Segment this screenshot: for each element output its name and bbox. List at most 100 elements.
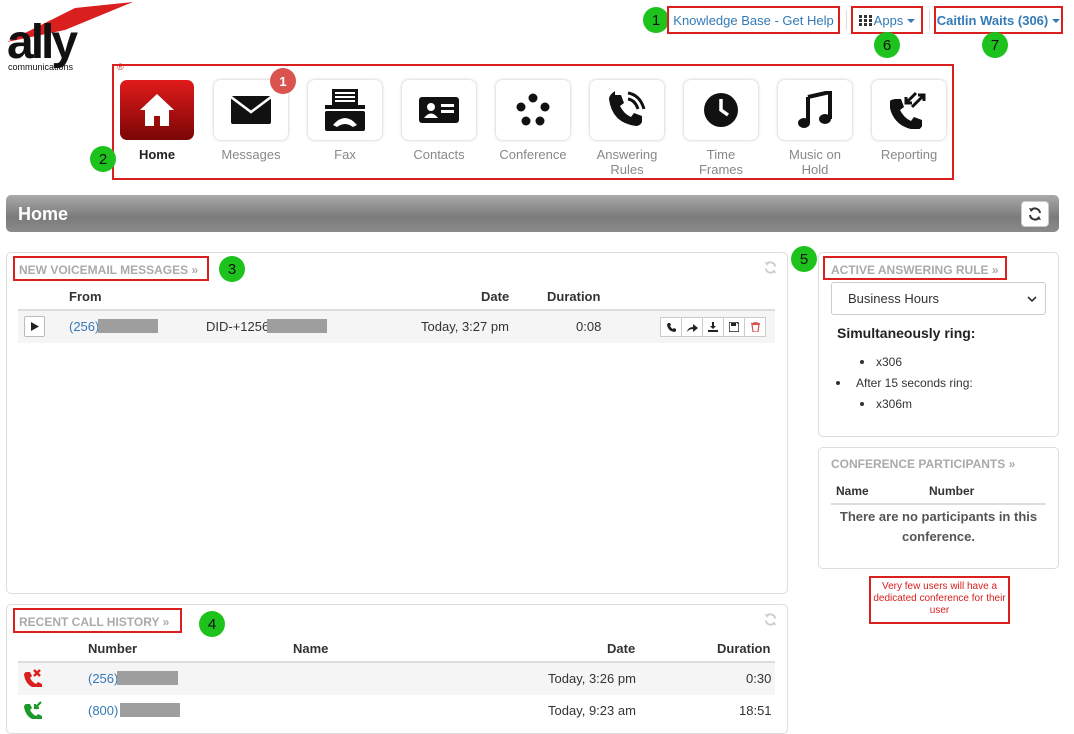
tile-home[interactable]: Home <box>119 80 195 184</box>
table-divider <box>831 503 1046 505</box>
apps-grid-icon <box>858 14 872 26</box>
after-ring-item: After 15 seconds ring: <box>836 376 973 390</box>
callout-7: 7 <box>982 32 1008 58</box>
callout-1: 1 <box>643 7 669 33</box>
page-header-bar: Home <box>6 195 1059 232</box>
voicemail-from[interactable]: (256) <box>69 319 99 334</box>
voicemail-panel <box>6 252 788 594</box>
download-button[interactable] <box>702 317 724 337</box>
tile-label: Conference <box>499 147 567 162</box>
chevron-down-icon <box>1052 19 1061 23</box>
tile-label: Time Frames <box>698 147 744 177</box>
answering-rule-select[interactable]: Business Hours <box>831 282 1046 315</box>
messages-count-badge: 1 <box>270 68 296 94</box>
user-menu[interactable]: Caitlin Waits (306) <box>934 6 1063 34</box>
col-name: Name <box>836 484 869 498</box>
redacted-number <box>98 319 158 333</box>
tile-music-on-hold-box <box>778 80 852 140</box>
redacted-number <box>267 319 327 333</box>
save-button[interactable] <box>723 317 745 337</box>
conference-title[interactable]: CONFERENCE PARTICIPANTS » <box>831 457 1015 471</box>
voicemail-title-box[interactable]: NEW VOICEMAIL MESSAGES » <box>13 256 209 281</box>
tile-fax[interactable]: Fax <box>307 80 383 184</box>
sim-ring-item: x306 <box>860 355 902 369</box>
tile-label: Fax <box>334 147 356 162</box>
call-number[interactable]: (800) <box>88 703 118 718</box>
tile-contacts-box <box>402 80 476 140</box>
redacted-number <box>120 703 180 717</box>
call-number[interactable]: (256) <box>88 671 118 686</box>
tile-conference-box <box>496 80 570 140</box>
annotation-note: Very few users will have a dedicated con… <box>869 576 1010 624</box>
play-button[interactable] <box>24 316 45 337</box>
ally-logo: ally communications ® <box>5 2 135 72</box>
call-date: Today, 9:23 am <box>548 703 636 718</box>
call-history-title-box[interactable]: RECENT CALL HISTORY » <box>13 608 182 633</box>
col-number: Number <box>929 484 975 498</box>
tile-label: Contacts <box>413 147 465 162</box>
logo-subtext: communications <box>8 62 74 72</box>
after-ring-target: x306m <box>860 397 912 411</box>
nav-divider <box>929 10 930 30</box>
missed-call-icon <box>24 669 42 687</box>
tile-label: Home <box>138 147 176 162</box>
apps-label: Apps <box>873 12 904 28</box>
apps-menu[interactable]: Apps <box>851 6 923 34</box>
answering-rule-title-box[interactable]: ACTIVE ANSWERING RULE » <box>823 256 1007 280</box>
fax-icon <box>325 89 365 131</box>
tile-answering-rules[interactable]: Answering Rules <box>589 80 665 184</box>
tile-reporting[interactable]: Reporting <box>871 80 947 184</box>
call-duration: 18:51 <box>739 703 772 718</box>
panel-refresh-icon[interactable] <box>764 261 777 274</box>
callout-6: 6 <box>874 32 900 58</box>
envelope-icon <box>231 96 271 124</box>
voicemail-duration: 0:08 <box>576 319 602 334</box>
call-back-button[interactable] <box>660 317 682 337</box>
tile-time-frames[interactable]: Time Frames <box>683 80 759 184</box>
forward-icon <box>686 323 698 332</box>
tile-fax-box <box>308 80 382 140</box>
app-tiles: Home Messages Fax Contacts Conference An… <box>112 64 954 180</box>
col-date: Date <box>481 289 510 304</box>
col-duration: Duration <box>717 641 771 656</box>
voicemail-to: DID-+1256 <box>206 319 270 334</box>
bullet <box>860 402 864 406</box>
play-icon <box>30 322 39 331</box>
tile-label: Answering Rules <box>596 147 658 177</box>
music-note-icon <box>798 91 832 128</box>
col-number: Number <box>88 641 138 656</box>
bullet <box>836 381 840 385</box>
chevron-down-icon <box>907 19 916 23</box>
simultaneous-ring-label: Simultaneously ring: <box>837 325 976 341</box>
refresh-icon <box>1029 207 1041 221</box>
tile-contacts[interactable]: Contacts <box>401 80 477 184</box>
refresh-button[interactable] <box>1021 201 1049 227</box>
tile-answering-rules-box <box>590 80 664 140</box>
panel-refresh-icon[interactable] <box>764 613 777 626</box>
tile-messages[interactable]: Messages <box>213 80 289 184</box>
chevron-down-icon <box>1027 295 1037 302</box>
callout-2: 2 <box>90 146 116 172</box>
tile-conference[interactable]: Conference <box>495 80 571 184</box>
sim-ring-value: x306 <box>876 355 903 369</box>
answering-rule-selected: Business Hours <box>848 291 940 306</box>
contact-card-icon <box>419 97 459 123</box>
col-duration: Duration <box>547 289 601 304</box>
delete-button[interactable] <box>744 317 766 337</box>
tile-music-on-hold[interactable]: Music on Hold <box>777 80 853 184</box>
tile-home-box <box>120 80 194 140</box>
forward-button[interactable] <box>681 317 703 337</box>
save-icon <box>729 322 739 332</box>
callout-4: 4 <box>199 611 225 637</box>
knowledge-base-link[interactable]: Knowledge Base - Get Help <box>667 6 840 34</box>
clock-icon <box>704 93 738 127</box>
conference-empty: There are no participants in this confer… <box>839 509 1038 544</box>
page-title: Home <box>18 204 69 224</box>
call-duration: 0:30 <box>746 671 772 686</box>
home-icon <box>140 94 174 126</box>
trash-icon <box>750 322 760 332</box>
phone-arrows-icon <box>890 91 926 129</box>
user-label: Caitlin Waits (306) <box>936 12 1049 28</box>
knowledge-base-label: Knowledge Base - Get Help <box>673 12 834 28</box>
answering-rule-title: ACTIVE ANSWERING RULE » <box>831 263 999 277</box>
